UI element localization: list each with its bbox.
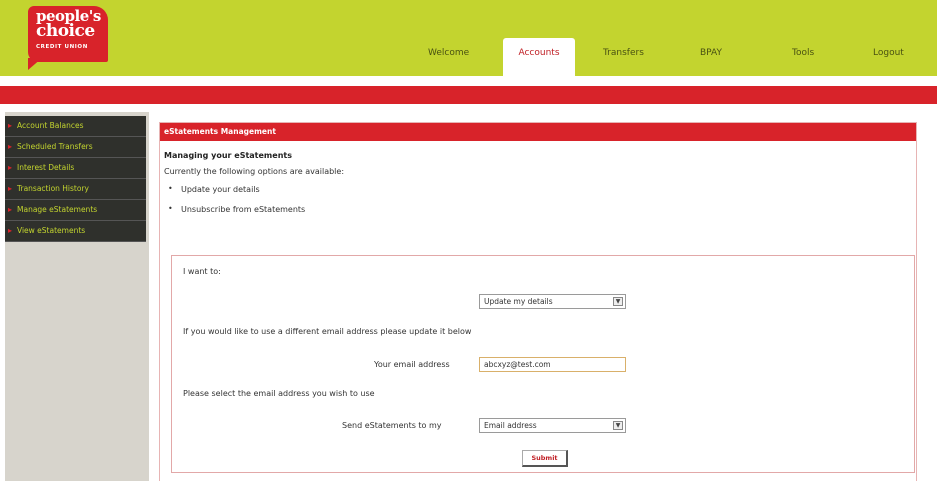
email-label: Your email address [374, 360, 450, 369]
sidebar-item-view-estatements[interactable]: ▸ View eStatements [5, 221, 146, 242]
sidebar-item-scheduled-transfers[interactable]: ▸ Scheduled Transfers [5, 137, 146, 158]
action-select-value: Update my details [484, 297, 553, 306]
tab-welcome[interactable]: Welcome [428, 48, 469, 58]
sidebar-item-label: View eStatements [17, 226, 86, 235]
option-unsubscribe: Unsubscribe from eStatements [164, 204, 916, 214]
bullet-icon: ▸ [8, 226, 13, 235]
chevron-down-icon[interactable]: ▼ [613, 421, 623, 430]
option-update-details: Update your details [164, 184, 916, 194]
bullet-icon: ▸ [8, 163, 13, 172]
bullet-icon: ▸ [8, 205, 13, 214]
tab-accounts[interactable]: Accounts [503, 38, 575, 76]
sidebar-item-label: Transaction History [17, 184, 89, 193]
sidebar-item-interest-details[interactable]: ▸ Interest Details [5, 158, 146, 179]
email-instruction: If you would like to use a different ema… [183, 327, 472, 336]
select-instruction: Please select the email address you wish… [183, 389, 375, 398]
sidebar-item-manage-estatements[interactable]: ▸ Manage eStatements [5, 200, 146, 221]
main-nav: Welcome Accounts Transfers BPAY Tools Lo… [0, 0, 937, 76]
header: people's choice CREDIT UNION Welcome Acc… [0, 0, 937, 76]
estatements-panel: eStatements Management Managing your eSt… [159, 122, 917, 481]
sidebar-item-account-balances[interactable]: ▸ Account Balances [5, 116, 146, 137]
sidebar-item-label: Scheduled Transfers [17, 142, 93, 151]
panel-title: eStatements Management [160, 123, 916, 141]
intro-text: Currently the following options are avai… [164, 167, 345, 176]
send-to-select[interactable]: Email address ▼ [479, 418, 626, 433]
bullet-icon: ▸ [8, 142, 13, 151]
bullet-icon: ▸ [8, 184, 13, 193]
bullet-icon: ▸ [8, 121, 13, 130]
options-list: Update your details Unsubscribe from eSt… [164, 184, 916, 214]
sidebar-menu: ▸ Account Balances ▸ Scheduled Transfers… [5, 116, 146, 242]
sidebar-item-label: Manage eStatements [17, 205, 98, 214]
want-to-label: I want to: [183, 267, 221, 276]
sidebar-item-transaction-history[interactable]: ▸ Transaction History [5, 179, 146, 200]
sidebar-item-label: Account Balances [17, 121, 84, 130]
action-select[interactable]: Update my details ▼ [479, 294, 626, 309]
section-heading: Managing your eStatements [164, 151, 292, 160]
tab-bpay[interactable]: BPAY [700, 48, 722, 58]
tab-transfers[interactable]: Transfers [603, 48, 644, 58]
send-to-label: Send eStatements to my [342, 421, 442, 430]
tab-logout[interactable]: Logout [873, 48, 904, 58]
send-to-select-value: Email address [484, 421, 537, 430]
submit-button[interactable]: Submit [522, 450, 568, 467]
red-divider-bar [0, 86, 937, 104]
sidebar-item-label: Interest Details [17, 163, 75, 172]
tab-tools[interactable]: Tools [792, 48, 814, 58]
intro-section: Managing your eStatements Currently the … [160, 141, 916, 214]
chevron-down-icon[interactable]: ▼ [613, 297, 623, 306]
email-field[interactable]: abcxyz@test.com [479, 357, 626, 372]
estatements-form: I want to: Update my details ▼ If you wo… [171, 255, 915, 473]
